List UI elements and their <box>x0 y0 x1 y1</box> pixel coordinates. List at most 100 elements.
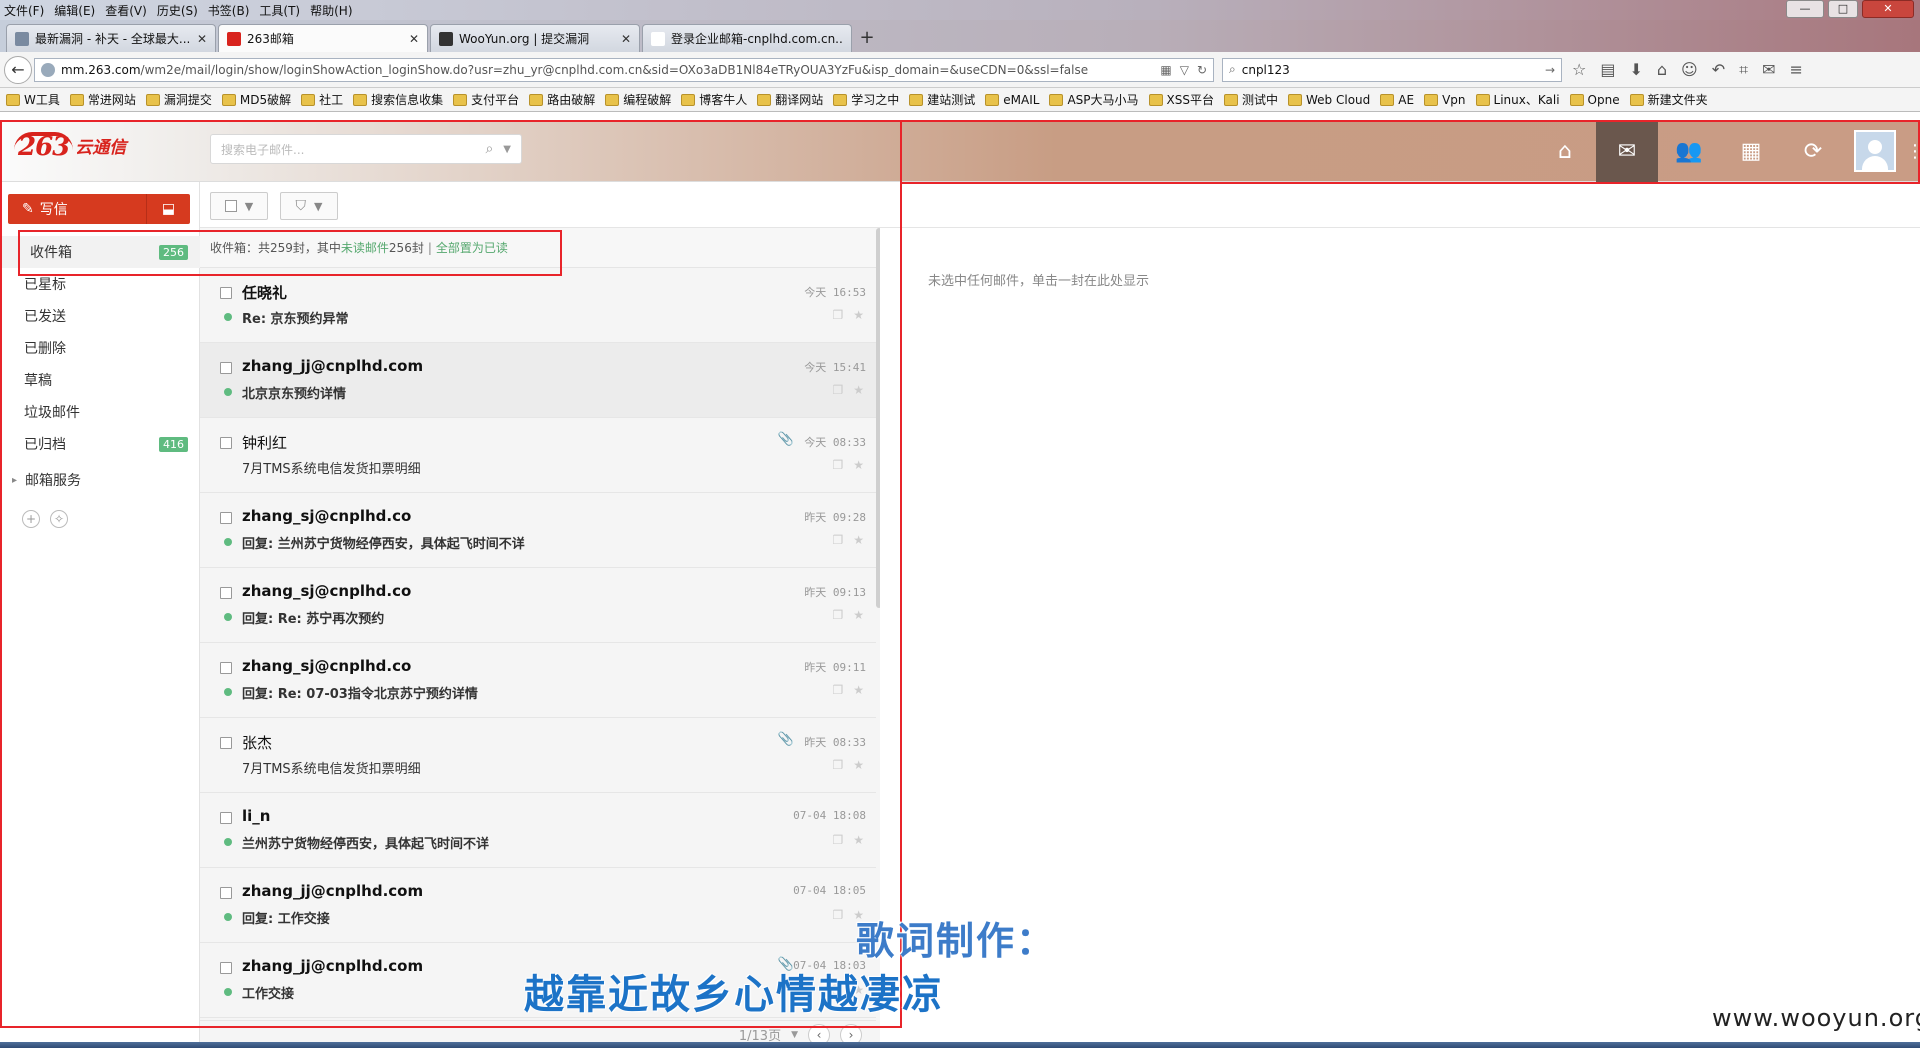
mail-row[interactable]: 任晓礼 今天 16:53 Re: 京东预约异常 ❐ ★ <box>200 268 876 343</box>
menu-item[interactable]: 查看(V) <box>105 2 147 19</box>
star-icon[interactable]: ★ <box>853 533 864 547</box>
sync-icon[interactable]: ⟳ <box>1782 120 1844 182</box>
browser-tab[interactable]: WooYun.org | 提交漏洞 ✕ <box>430 24 640 52</box>
select-all-checkbox[interactable] <box>224 200 237 212</box>
mark-all-read-link[interactable]: 全部置为已读 <box>436 239 508 256</box>
mail-row[interactable]: zhang_jj@cnplhd.com 07-04 18:05 回复: 工作交接 ❐ ★ <box>200 868 876 943</box>
star-icon[interactable]: ★ <box>853 458 864 472</box>
mail-row[interactable]: zhang_jj@cnplhd.com 今天 15:41 北京京东预约详情 ❐ ★ <box>200 343 876 418</box>
browser-tab[interactable]: 最新漏洞 - 补天 - 全球最大... ✕ <box>6 24 216 52</box>
mail-row[interactable]: zhang_sj@cnplhd.co 昨天 09:13 回复: Re: 苏宁再次预约… <box>200 568 876 643</box>
mail-checkbox[interactable] <box>220 587 232 599</box>
sidebar-mail-services[interactable]: ▸ 邮箱服务 <box>0 464 200 496</box>
minimize-button[interactable]: — <box>1786 0 1824 18</box>
unread-dot[interactable] <box>224 538 232 546</box>
bookmark-folder[interactable]: Opne <box>1569 93 1620 107</box>
bookmark-folder[interactable]: 翻译网站 <box>757 91 823 108</box>
unread-dot[interactable] <box>224 313 232 321</box>
mail-search-input[interactable]: 搜索电子邮件... ⌕ ▼ <box>210 134 522 164</box>
copy-icon[interactable]: ❐ <box>832 533 843 547</box>
mail-row[interactable]: 张杰 📎 昨天 08:33 7月TMS系统电信发货扣票明细 ❐ ★ <box>200 718 876 793</box>
bookmark-folder[interactable]: 支付平台 <box>453 91 519 108</box>
bookmark-folder[interactable]: AE <box>1380 93 1414 107</box>
compose-button[interactable]: ✎ 写信 ⬓ <box>8 194 190 224</box>
mail-checkbox[interactable] <box>220 662 232 674</box>
copy-icon[interactable]: ❐ <box>832 383 843 397</box>
mail-row[interactable]: zhang_sj@cnplhd.co 昨天 09:11 回复: Re: 07-03指… <box>200 643 876 718</box>
copy-icon[interactable]: ❐ <box>832 458 843 472</box>
reload-icon[interactable]: ↻ <box>1197 63 1207 77</box>
sidebar-folder[interactable]: 已发送 <box>0 300 200 332</box>
menu-item[interactable]: 书签(B) <box>208 2 250 19</box>
bookmark-folder[interactable]: ASP大马小马 <box>1049 91 1139 108</box>
sidebar-folder[interactable]: 已删除 <box>0 332 200 364</box>
contacts-icon[interactable]: 👥 <box>1658 120 1720 182</box>
menu-item[interactable]: 编辑(E) <box>54 2 95 19</box>
unread-dot[interactable] <box>224 838 232 846</box>
mail-checkbox[interactable] <box>220 887 232 899</box>
calendar-icon[interactable]: ▦ <box>1720 120 1782 182</box>
unread-dot[interactable] <box>224 613 232 621</box>
bookmark-folder[interactable]: 博客牛人 <box>681 91 747 108</box>
copy-icon[interactable]: ❐ <box>832 908 843 922</box>
bookmark-folder[interactable]: 漏洞提交 <box>145 91 212 108</box>
undo-icon[interactable]: ↶ <box>1712 60 1725 80</box>
unread-dot[interactable] <box>224 688 232 696</box>
unread-dot[interactable] <box>224 388 232 396</box>
star-icon[interactable]: ★ <box>853 758 864 772</box>
star-icon[interactable]: ★ <box>853 608 864 622</box>
sidebar-folder[interactable]: 草稿 <box>0 364 200 396</box>
more-icon[interactable]: ⋮ <box>1906 120 1920 182</box>
mail-checkbox[interactable] <box>220 812 232 824</box>
star-icon[interactable]: ★ <box>853 833 864 847</box>
url-bar[interactable]: mm.263.com/wm2e/mail/login/show/loginSho… <box>34 57 1214 82</box>
263-logo[interactable]: 263 云通信 <box>14 132 126 160</box>
unread-mail-link[interactable]: 未读邮件 <box>341 239 389 256</box>
browser-search-input[interactable]: ⌕ cnpl123 → <box>1222 57 1562 82</box>
bookmark-folder[interactable]: 测试中 <box>1224 91 1278 108</box>
menu-item[interactable]: 工具(T) <box>259 2 300 19</box>
sidebar-folder[interactable]: 已归档 416 <box>0 428 200 460</box>
download-icon[interactable]: ⬇ <box>1629 60 1642 80</box>
tab-close-icon[interactable]: ✕ <box>197 32 207 46</box>
mail-icon[interactable]: ✉ <box>1596 120 1658 182</box>
menu-icon[interactable]: ≡ <box>1790 60 1803 80</box>
settings-wrench-icon[interactable]: ✧ <box>50 510 68 528</box>
mail-row[interactable]: zhang_sj@cnplhd.co 昨天 09:28 回复: 兰州苏宁货物经停西安… <box>200 493 876 568</box>
select-all-dropdown[interactable]: ▼ <box>210 192 268 220</box>
copy-icon[interactable]: ❐ <box>832 608 843 622</box>
copy-icon[interactable]: ❐ <box>832 758 843 772</box>
home-icon[interactable]: ⌂ <box>1534 120 1596 182</box>
mail-checkbox[interactable] <box>220 437 232 449</box>
mail-checkbox[interactable] <box>220 287 232 299</box>
bookmark-folder[interactable]: 学习之中 <box>833 91 899 108</box>
bookmark-folder[interactable]: 路由破解 <box>529 91 595 108</box>
star-icon[interactable]: ★ <box>853 308 864 322</box>
dropdown-icon[interactable]: ▽ <box>1180 63 1189 77</box>
mail-checkbox[interactable] <box>220 512 232 524</box>
filter-dropdown[interactable]: ⛉ ▼ <box>280 192 338 220</box>
mail-row[interactable]: 钟利红 📎 今天 08:33 7月TMS系统电信发货扣票明细 ❐ ★ <box>200 418 876 493</box>
star-icon[interactable]: ★ <box>853 683 864 697</box>
mail-checkbox[interactable] <box>220 962 232 974</box>
copy-icon[interactable]: ❐ <box>832 308 843 322</box>
copy-icon[interactable]: ❐ <box>832 833 843 847</box>
star-icon[interactable]: ★ <box>853 383 864 397</box>
comment-icon[interactable]: ✉ <box>1762 60 1775 80</box>
menu-item[interactable]: 文件(F) <box>4 2 44 19</box>
menu-item[interactable]: 历史(S) <box>157 2 198 19</box>
bookmark-folder[interactable]: W工具 <box>6 91 60 108</box>
bookmark-folder[interactable]: Vpn <box>1424 93 1466 107</box>
menu-item[interactable]: 帮助(H) <box>310 2 352 19</box>
qr-icon[interactable]: ▦ <box>1160 63 1171 77</box>
copy-icon[interactable]: ❐ <box>832 683 843 697</box>
unread-dot[interactable] <box>224 913 232 921</box>
add-folder-icon[interactable]: + <box>22 510 40 528</box>
mail-checkbox[interactable] <box>220 737 232 749</box>
back-button[interactable]: ← <box>4 55 32 84</box>
crop-icon[interactable]: ⌗ <box>1739 60 1748 80</box>
bookmark-folder[interactable]: 编程破解 <box>605 91 671 108</box>
maximize-button[interactable]: □ <box>1828 0 1858 18</box>
search-go-icon[interactable]: → <box>1545 63 1555 77</box>
avatar[interactable] <box>1844 120 1906 182</box>
